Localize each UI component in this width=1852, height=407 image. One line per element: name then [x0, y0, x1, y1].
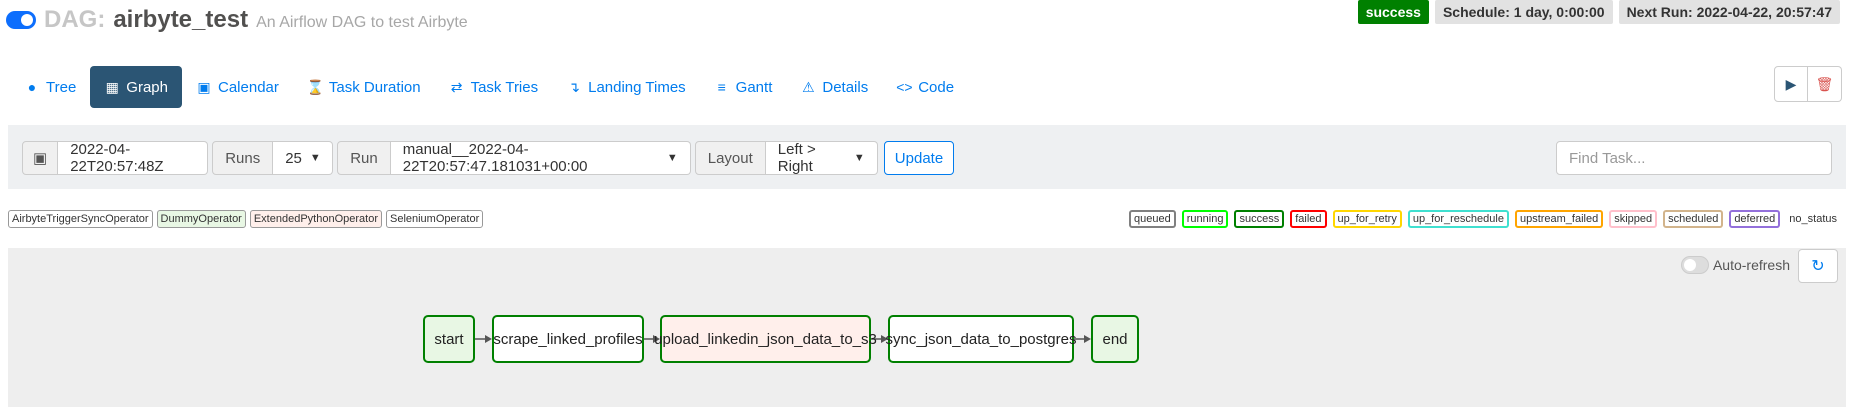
update-button[interactable]: Update — [883, 141, 955, 175]
tab-label: Gantt — [735, 78, 773, 96]
status-legend-item[interactable]: success — [1234, 210, 1285, 228]
tab-label: Calendar — [218, 78, 279, 96]
edge-arrowhead — [1084, 335, 1091, 343]
dag-description: An Airflow DAG to test Airbyte — [256, 14, 468, 31]
operator-legend-item[interactable]: DummyOperator — [156, 210, 246, 228]
landing-icon: ↴ — [568, 78, 580, 95]
gantt-icon: ≡ — [717, 79, 726, 95]
operator-legend-item[interactable]: ExtendedPythonOperator — [249, 210, 382, 228]
runs-label: Runs — [212, 141, 274, 175]
tab-landing-times[interactable]: ↴ Landing Times — [552, 66, 700, 108]
runs-value: 25 — [285, 149, 302, 167]
tab-label: Landing Times — [588, 78, 686, 96]
header-badges: success Schedule: 1 day, 0:00:00 Next Ru… — [1357, 0, 1840, 24]
task-node-scrape-linked-profiles[interactable]: scrape_linked_profiles — [492, 315, 644, 363]
calendar-icon: ▣ — [33, 150, 48, 167]
run-label: Run — [337, 141, 391, 175]
edge-arrowhead — [485, 335, 492, 343]
task-node-sync-json-data-to-postgres[interactable]: sync_json_data_to_postgres — [886, 315, 1076, 363]
tab-label: Code — [918, 78, 955, 96]
status-legend: queued running success failed up_for_retry up… — [1129, 210, 1840, 228]
dag-name: airbyte_test — [113, 6, 249, 33]
operator-legend: AirbyteTriggerSyncOperator DummyOperator E… — [8, 210, 484, 228]
tab-label: Graph — [126, 78, 168, 96]
status-legend-item[interactable]: running — [1181, 210, 1229, 228]
tab-gantt[interactable]: ≡ Gantt — [700, 66, 787, 108]
tab-label: Details — [822, 78, 869, 96]
status-legend-item[interactable]: up_for_reschedule — [1407, 210, 1509, 228]
layout-label: Layout — [694, 141, 766, 175]
next-run-badge: Next Run: 2022-04-22, 20:57:47 — [1618, 0, 1840, 24]
tab-label: Tree — [46, 78, 77, 96]
tab-task-duration[interactable]: ⌛ Task Duration — [293, 66, 435, 108]
play-icon: ▶ — [1785, 75, 1797, 92]
find-task-input[interactable]: Find Task... — [1556, 141, 1832, 175]
tab-label: Task Tries — [470, 78, 539, 96]
dag-title: DAG: airbyte_test An Airflow DAG to test… — [6, 6, 468, 34]
task-node-end[interactable]: end — [1091, 315, 1139, 363]
tab-label: Task Duration — [328, 78, 421, 96]
tab-graph[interactable]: ▦ Graph — [90, 66, 182, 108]
warning-icon: ⚠ — [802, 78, 815, 95]
hourglass-icon: ⌛ — [306, 78, 325, 95]
dag-prefix: DAG: — [44, 6, 106, 33]
schedule-badge: Schedule: 1 day, 0:00:00 — [1434, 0, 1613, 24]
chevron-down-icon: ▼ — [309, 152, 321, 164]
chevron-down-icon: ▼ — [666, 152, 678, 164]
run-value: manual__2022-04-22T20:57:47.181031+00:00 — [402, 141, 588, 175]
status-legend-item[interactable]: scheduled — [1663, 210, 1724, 228]
tree-icon: ● — [27, 79, 37, 95]
status-legend-item[interactable]: no_status — [1786, 212, 1840, 226]
trigger-dag-button[interactable]: ▶ — [1774, 66, 1808, 102]
tab-code[interactable]: <> Code — [882, 66, 968, 108]
status-legend-item[interactable]: failed — [1290, 210, 1327, 228]
layout-select[interactable]: Left > Right ▼ — [765, 141, 878, 175]
calendar-icon: ▣ — [197, 78, 211, 95]
run-select[interactable]: manual__2022-04-22T20:57:47.181031+00:00… — [390, 141, 691, 175]
tab-details[interactable]: ⚠ Details — [786, 66, 882, 108]
graph-canvas[interactable]: Auto-refresh ↻ start scrape_linked_profil… — [8, 248, 1846, 407]
chevron-down-icon: ▼ — [853, 152, 865, 164]
graph-icon: ▦ — [105, 78, 119, 95]
trash-icon: 🗑 — [1815, 75, 1834, 92]
base-date-group: ▣ 2022-04-22T20:57:48Z — [22, 141, 209, 175]
tab-calendar[interactable]: ▣ Calendar — [182, 66, 293, 108]
tab-tree[interactable]: ● Tree — [10, 66, 90, 108]
status-legend-item[interactable]: up_for_retry — [1332, 210, 1402, 228]
status-badge: success — [1357, 0, 1429, 24]
filter-bar: ▣ 2022-04-22T20:57:48Z Runs 25 ▼ Run man… — [8, 125, 1846, 189]
status-legend-item[interactable]: deferred — [1729, 210, 1781, 228]
layout-group: Layout Left > Right ▼ — [694, 141, 878, 175]
view-tabs: ● Tree ▦ Graph ▣ Calendar ⌛ Task Duratio… — [10, 66, 968, 108]
operator-legend-item[interactable]: SeleniumOperator — [385, 210, 484, 228]
tab-task-tries[interactable]: ⇄ Task Tries — [435, 66, 553, 108]
code-icon: <> — [896, 79, 913, 95]
base-date-input[interactable]: 2022-04-22T20:57:48Z — [58, 141, 209, 175]
run-group: Run manual__2022-04-22T20:57:47.181031+0… — [337, 141, 691, 175]
status-legend-item[interactable]: queued — [1129, 210, 1176, 228]
delete-dag-button[interactable]: 🗑 — [1808, 66, 1842, 102]
status-legend-item[interactable]: upstream_failed — [1514, 210, 1604, 228]
status-legend-item[interactable]: skipped — [1609, 210, 1658, 228]
runs-select[interactable]: 25 ▼ — [273, 141, 334, 175]
layout-value: Left > Right — [777, 141, 816, 175]
calendar-picker-button[interactable]: ▣ — [22, 141, 59, 175]
operator-legend-item[interactable]: AirbyteTriggerSyncOperator — [8, 210, 153, 228]
dag-actions: ▶ 🗑 — [1774, 66, 1842, 102]
task-node-start[interactable]: start — [423, 315, 475, 363]
task-node-upload-linkedin-json-data-to-s3[interactable]: upload_linkedin_json_data_to_s3 — [654, 315, 877, 363]
runs-group: Runs 25 ▼ — [212, 141, 334, 175]
retry-icon: ⇄ — [450, 78, 463, 95]
dag-pause-toggle[interactable] — [6, 11, 36, 29]
